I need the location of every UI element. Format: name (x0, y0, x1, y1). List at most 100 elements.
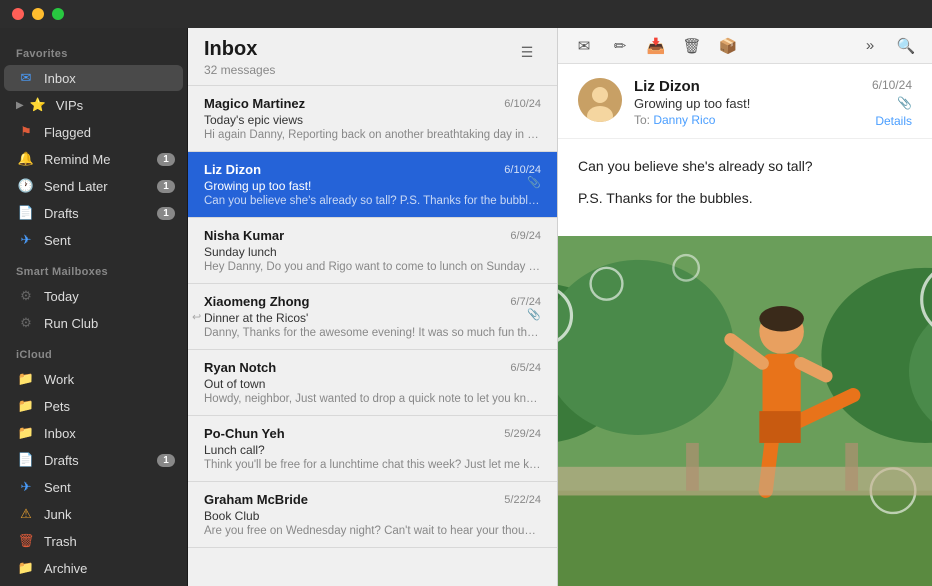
email-subject: Dinner at the Ricos' (204, 311, 541, 325)
minimize-button[interactable] (32, 8, 44, 20)
move-button[interactable]: 📦 (714, 32, 742, 60)
icloud-sent-icon: ✈ (16, 477, 36, 497)
sidebar-item-remind-me[interactable]: 🔔Remind Me1 (4, 146, 183, 172)
badge: 1 (157, 454, 175, 467)
sidebar-label: Inbox (44, 426, 175, 441)
reply-button[interactable]: ✉ (570, 32, 598, 60)
sidebar-item-icloud-sent[interactable]: ✈ Sent (4, 474, 183, 500)
email-item[interactable]: Ryan Notch6/5/24Out of townHowdy, neighb… (188, 350, 557, 416)
email-preview: Danny, Thanks for the awesome evening! I… (204, 327, 541, 339)
sidebar-item-icloud-archive[interactable]: 📁Archive (4, 555, 183, 581)
icloud-work-icon: 📁 (16, 369, 36, 389)
sidebar-section-icloud: iCloud (0, 337, 187, 365)
sidebar-label: Send Later (44, 179, 157, 194)
remind-me-icon: 🔔 (16, 149, 36, 169)
detail-header-info: Liz Dizon Growing up too fast! To: Danny… (634, 78, 860, 127)
sidebar-item-flagged[interactable]: ⚑Flagged (4, 119, 183, 145)
icloud-inbox-icon: 📁 (16, 423, 36, 443)
email-subject: Out of town (204, 377, 541, 391)
icloud-drafts-icon: 📄 (16, 450, 36, 470)
email-subject: Today's epic views (204, 113, 541, 127)
sidebar: Favorites✉Inbox▶⭐VIPs⚑Flagged🔔Remind Me1… (0, 28, 188, 586)
email-item-header: Liz Dizon 6/10/24 (204, 162, 541, 177)
email-preview: Can you believe she's already so tall? P… (204, 195, 541, 207)
avatar (578, 78, 622, 122)
sidebar-item-today[interactable]: ⚙Today (4, 283, 183, 309)
sidebar-item-icloud-pets[interactable]: 📁Pets (4, 393, 183, 419)
email-date: 5/22/24 (504, 494, 541, 506)
body-paragraph: Can you believe she's already so tall? (578, 155, 912, 177)
email-date: 6/10/24 (504, 164, 541, 176)
sidebar-item-drafts[interactable]: 📄Drafts1 (4, 200, 183, 226)
sidebar-label: Trash (44, 534, 175, 549)
compose-button[interactable]: ✏ (606, 32, 634, 60)
sidebar-item-send-later[interactable]: 🕐Send Later1 (4, 173, 183, 199)
detail-subject: Growing up too fast! (634, 96, 860, 111)
sidebar-item-icloud-work[interactable]: 📁Work (4, 366, 183, 392)
sidebar-label: Sent (44, 480, 175, 495)
email-item[interactable]: Magico Martinez 6/10/24 Today's epic views… (188, 86, 557, 152)
email-date: 6/7/24 (510, 296, 541, 308)
sidebar-item-inbox[interactable]: ✉Inbox (4, 65, 183, 91)
title-bar (0, 0, 932, 28)
email-sender: Liz Dizon (204, 162, 261, 177)
mailbox-title: Inbox (204, 38, 275, 61)
email-items: Magico Martinez 6/10/24 Today's epic views… (188, 86, 557, 586)
email-item-header: Xiaomeng Zhong 6/7/24 (204, 294, 541, 309)
detail-body: Can you believe she's already so tall?P.… (558, 139, 932, 236)
sidebar-label: Drafts (44, 453, 157, 468)
search-button[interactable]: 🔍 (892, 32, 920, 60)
email-photo (558, 236, 932, 586)
badge: 1 (157, 207, 175, 220)
filter-button[interactable]: ☰ (513, 38, 541, 66)
sidebar-item-run-club[interactable]: ⚙ Run Club (4, 310, 183, 336)
email-item[interactable]: Graham McBride5/22/24Book ClubAre you fr… (188, 482, 557, 548)
sidebar-section-favorites: Favorites (0, 36, 187, 64)
email-sender: Xiaomeng Zhong (204, 294, 309, 309)
sidebar-item-icloud-junk[interactable]: ⚠Junk (4, 501, 183, 527)
run-club-icon: ⚙ (16, 313, 36, 333)
message-count: 32 messages (204, 63, 275, 77)
email-sender: Nisha Kumar (204, 228, 284, 243)
details-button[interactable]: Details (875, 114, 912, 128)
sent-icon: ✈ (16, 230, 36, 250)
more-button[interactable]: » (856, 32, 884, 60)
detail-sender: Liz Dizon (634, 78, 860, 95)
attachment-icon: 📎 (527, 308, 541, 321)
email-item-header: Po-Chun Yeh5/29/24 (204, 426, 541, 441)
email-date: 6/10/24 (504, 98, 541, 110)
sidebar-item-icloud-inbox[interactable]: 📁 Inbox (4, 420, 183, 446)
email-preview: Think you'll be free for a lunchtime cha… (204, 459, 541, 471)
sidebar-label: Remind Me (44, 152, 157, 167)
email-list-header: Inbox 32 messages ☰ (188, 28, 557, 86)
vips-icon: ⭐ (28, 95, 48, 115)
sidebar-section-smart-mailboxes: Smart Mailboxes (0, 254, 187, 282)
detail-image (558, 236, 932, 586)
sidebar-label: Pets (44, 399, 175, 414)
fullscreen-button[interactable] (52, 8, 64, 20)
main-content: Favorites✉Inbox▶⭐VIPs⚑Flagged🔔Remind Me1… (0, 28, 932, 586)
email-item-header: Nisha Kumar6/9/24 (204, 228, 541, 243)
email-item[interactable]: Liz Dizon6/10/24Growing up too fast!Can … (188, 152, 557, 218)
sidebar-label: Drafts (44, 206, 157, 221)
detail-to-name: Danny Rico (653, 113, 715, 127)
sidebar-label: Flagged (44, 125, 175, 140)
trash-button[interactable]: 🗑 (678, 32, 706, 60)
attachment-icon: 📎 (897, 96, 912, 110)
sidebar-item-icloud-trash[interactable]: 🗑Trash (4, 528, 183, 554)
email-sender: Magico Martinez (204, 96, 305, 111)
sidebar-label: VIPs (56, 98, 175, 113)
sidebar-label: Today (44, 289, 175, 304)
sidebar-label: Run Club (44, 316, 175, 331)
sidebar-item-vips[interactable]: ▶⭐VIPs (4, 92, 183, 118)
sidebar-item-sent[interactable]: ✈ Sent (4, 227, 183, 253)
sidebar-item-icloud-drafts[interactable]: 📄 Drafts1 (4, 447, 183, 473)
email-subject: Lunch call? (204, 443, 541, 457)
email-item[interactable]: ↩Xiaomeng Zhong 6/7/24 Dinner at the Ricos… (188, 284, 557, 350)
email-item[interactable]: Nisha Kumar6/9/24Sunday lunchHey Danny, … (188, 218, 557, 284)
sidebar-label: Sent (44, 233, 175, 248)
archive-button[interactable]: 📥 (642, 32, 670, 60)
email-item[interactable]: Po-Chun Yeh5/29/24 Lunch call? Think you'l… (188, 416, 557, 482)
close-button[interactable] (12, 8, 24, 20)
forward-icon: ↩ (192, 310, 201, 323)
